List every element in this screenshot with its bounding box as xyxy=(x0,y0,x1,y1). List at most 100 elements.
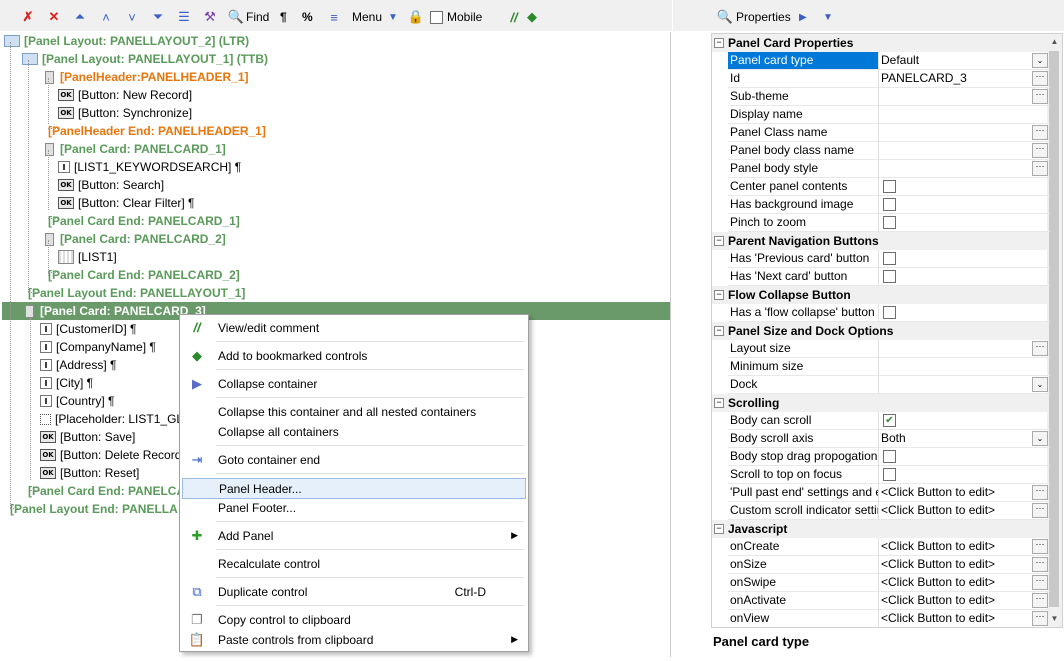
tree-row[interactable]: [Panel Layout End: PANELLAYOUT_1] xyxy=(24,284,245,302)
collapse-toggle-icon[interactable]: − xyxy=(714,290,724,300)
property-value[interactable]: ··· xyxy=(878,340,1050,358)
delete-all-button[interactable]: ✗ xyxy=(20,8,36,26)
tree-row[interactable]: I [LIST1_KEYWORDSEARCH] ¶ xyxy=(58,158,241,176)
dropdown-chevron-icon[interactable]: ⌄ xyxy=(1032,431,1048,446)
tree-row[interactable]: [Placeholder: LIST1_GLOB xyxy=(40,410,200,428)
tree-row[interactable]: [Panel Layout: PANELLAYOUT_1] (TTB) xyxy=(22,50,268,68)
property-value[interactable]: Both ⌄ xyxy=(878,430,1050,448)
dropdown-chevron-icon[interactable]: ⌄ xyxy=(1032,377,1048,392)
menu-item-view-edit-comment[interactable]: // View/edit comment xyxy=(182,318,524,337)
tree-row[interactable]: [Panel Card End: PANELCARD_2] xyxy=(44,266,240,284)
property-checkbox[interactable] xyxy=(883,270,896,283)
property-value[interactable]: <Click Button to edit> ··· xyxy=(878,538,1050,556)
menu-item-collapse-all-containers[interactable]: Collapse all containers xyxy=(182,422,524,441)
property-row[interactable]: Panel body class name ··· xyxy=(712,142,1050,160)
property-checkbox[interactable] xyxy=(883,468,896,481)
property-row[interactable]: Body scroll axis Both ⌄ xyxy=(712,430,1050,448)
ellipsis-button[interactable]: ··· xyxy=(1032,557,1048,572)
ellipsis-button[interactable]: ··· xyxy=(1032,575,1048,590)
property-value[interactable] xyxy=(878,358,1050,376)
property-category[interactable]: − Parent Navigation Buttons xyxy=(712,232,1047,250)
tree-row[interactable]: [LIST1] xyxy=(58,248,117,266)
property-value[interactable]: PANELCARD_3 ··· xyxy=(878,70,1050,88)
tree-row[interactable]: OK [Button: Reset] xyxy=(40,464,139,482)
property-row[interactable]: onCreate <Click Button to edit> ··· xyxy=(712,538,1050,556)
property-value[interactable] xyxy=(878,448,1050,466)
tree-row[interactable]: [Panel Card: PANELCARD_2] xyxy=(42,230,226,248)
property-row[interactable]: Layout size ··· xyxy=(712,340,1050,358)
menu-item-panel-header[interactable]: Panel Header... xyxy=(182,478,526,499)
tree-row[interactable]: [PanelHeader:PANELHEADER_1] xyxy=(42,68,249,86)
property-row[interactable]: onSize <Click Button to edit> ··· xyxy=(712,556,1050,574)
move-down-button[interactable]: ˅ xyxy=(124,8,140,26)
ellipsis-button[interactable]: ··· xyxy=(1032,71,1048,86)
tree-row[interactable]: I [CompanyName] ¶ xyxy=(40,338,156,356)
property-row[interactable]: Scroll to top on focus xyxy=(712,466,1050,484)
property-value[interactable]: ··· xyxy=(878,160,1050,178)
properties-dropdown-button[interactable]: ▼ xyxy=(823,8,833,26)
numbered-list-button[interactable]: ≡ xyxy=(326,8,342,26)
property-value[interactable]: <Click Button to edit> ··· xyxy=(878,556,1050,574)
property-value[interactable] xyxy=(878,304,1050,322)
tree-row[interactable]: OK [Button: Save] xyxy=(40,428,135,446)
property-value[interactable] xyxy=(878,196,1050,214)
property-value[interactable] xyxy=(878,268,1050,286)
move-bottom-button[interactable]: ⏷ xyxy=(150,8,166,26)
property-row[interactable]: Panel Class name ··· xyxy=(712,124,1050,142)
outline-button[interactable]: ☰ xyxy=(176,8,192,26)
collapse-toggle-icon[interactable]: − xyxy=(714,236,724,246)
ellipsis-button[interactable]: ··· xyxy=(1032,539,1048,554)
ellipsis-button[interactable]: ··· xyxy=(1032,143,1048,158)
property-checkbox[interactable] xyxy=(883,252,896,265)
property-row[interactable]: onActivate <Click Button to edit> ··· xyxy=(712,592,1050,610)
property-row[interactable]: Center panel contents xyxy=(712,178,1050,196)
scroll-up-icon[interactable]: ▲ xyxy=(1047,34,1062,49)
delete-button[interactable]: ✕ xyxy=(46,8,62,26)
property-row[interactable]: Body can scroll ✔ xyxy=(712,412,1050,430)
property-row[interactable]: Panel card type Default ⌄ xyxy=(712,52,1050,70)
dropdown-chevron-icon[interactable]: ⌄ xyxy=(1032,53,1048,68)
mobile-toggle[interactable]: Mobile xyxy=(430,8,482,26)
menu-item-panel-footer[interactable]: Panel Footer... xyxy=(182,498,524,517)
ellipsis-button[interactable]: ··· xyxy=(1032,593,1048,608)
ellipsis-button[interactable]: ··· xyxy=(1032,611,1048,626)
tree-row[interactable]: [Panel Layout: PANELLAYOUT_2] (LTR) xyxy=(4,32,249,50)
wand-button[interactable]: ⚒ xyxy=(202,8,218,26)
menu-item-goto-container-end[interactable]: ⇥ Goto container end xyxy=(182,450,524,469)
tree-row[interactable]: [PanelHeader End: PANELHEADER_1] xyxy=(44,122,266,140)
scroll-thumb[interactable] xyxy=(1049,51,1059,607)
property-value[interactable]: <Click Button to edit> ··· xyxy=(878,610,1050,627)
property-checkbox[interactable] xyxy=(883,450,896,463)
ellipsis-button[interactable]: ··· xyxy=(1032,161,1048,176)
property-value[interactable] xyxy=(878,466,1050,484)
ellipsis-button[interactable]: ··· xyxy=(1032,89,1048,104)
property-value[interactable]: ··· xyxy=(878,88,1050,106)
collapse-toggle-icon[interactable]: − xyxy=(714,326,724,336)
comment-button[interactable]: // xyxy=(506,8,522,26)
menu-item-paste-controls-from-clipboard[interactable]: 📋 Paste controls from clipboard ▶ xyxy=(182,630,524,649)
bookmark-button[interactable]: ◆ xyxy=(524,8,540,26)
property-checkbox[interactable] xyxy=(883,216,896,229)
collapse-toggle-icon[interactable]: − xyxy=(714,38,724,48)
ellipsis-button[interactable]: ··· xyxy=(1032,485,1048,500)
lock-button[interactable]: 🔒 xyxy=(408,8,424,26)
property-row[interactable]: Dock ⌄ xyxy=(712,376,1050,394)
property-checkbox[interactable] xyxy=(883,198,896,211)
tree-row[interactable]: OK [Button: Synchronize] xyxy=(58,104,192,122)
property-row[interactable]: Custom scroll indicator settings<Click B… xyxy=(712,502,1050,520)
property-value[interactable]: ··· xyxy=(878,124,1050,142)
property-value[interactable]: <Click Button to edit> ··· xyxy=(878,592,1050,610)
property-row[interactable]: Pinch to zoom xyxy=(712,214,1050,232)
ellipsis-button[interactable]: ··· xyxy=(1032,125,1048,140)
property-checkbox[interactable] xyxy=(883,180,896,193)
properties-next-button[interactable]: ▶ xyxy=(799,8,807,26)
menu-item-copy-control-to-clipboard[interactable]: ❐ Copy control to clipboard xyxy=(182,610,524,629)
property-row[interactable]: onSwipe <Click Button to edit> ··· xyxy=(712,574,1050,592)
property-row[interactable]: Body stop drag propogation xyxy=(712,448,1050,466)
tree-row[interactable]: [Panel Card End: PANELCARD_1] xyxy=(44,212,240,230)
property-category[interactable]: − Scrolling xyxy=(712,394,1047,412)
property-value[interactable] xyxy=(878,106,1050,124)
tree-row[interactable]: OK [Button: Search] xyxy=(58,176,164,194)
property-category[interactable]: − Panel Card Properties xyxy=(712,34,1047,52)
mobile-checkbox[interactable] xyxy=(430,10,443,24)
